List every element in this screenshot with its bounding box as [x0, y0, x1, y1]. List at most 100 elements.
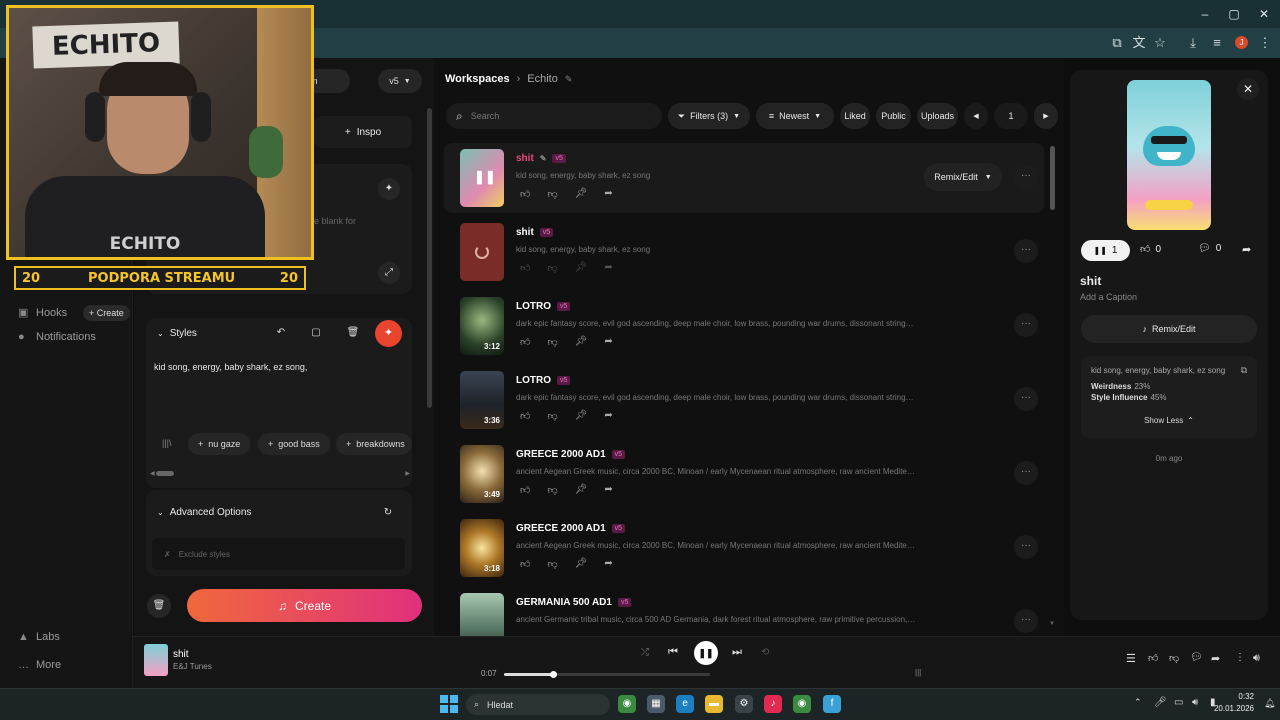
more-options-button[interactable]: ··· [1014, 461, 1038, 485]
more-options-button[interactable]: ··· [1014, 535, 1038, 559]
copy-icon[interactable]: ⧉ [1241, 365, 1247, 376]
song-title[interactable]: GREECE 2000 AD1 [516, 449, 606, 460]
share-icon[interactable]: ➦ [604, 410, 612, 422]
style-tag-chip[interactable]: + breakdowns [336, 433, 412, 455]
player-cover-art[interactable] [144, 644, 168, 676]
pencil-icon[interactable]: ✎ [565, 74, 573, 85]
close-window-button[interactable]: ✕ [1255, 6, 1273, 22]
edge-icon[interactable]: e [676, 695, 694, 713]
magic-wand-icon[interactable]: ✦ [378, 178, 400, 200]
filters-button[interactable]: ⏷ Filters (3) ▼ [668, 103, 750, 129]
pin-icon[interactable]: 📌︎ [575, 336, 588, 348]
nav-item-notifications[interactable]: ● Notifications [18, 331, 96, 343]
exclude-styles-field[interactable]: ✗ Exclude styles [152, 538, 405, 570]
trash-icon[interactable]: 🗑 [342, 322, 364, 344]
network-icon[interactable]: ▭ [1174, 697, 1183, 708]
generic-app-icon[interactable]: f [823, 695, 841, 713]
breadcrumb-current[interactable]: Echito [527, 73, 558, 85]
tiktok-icon[interactable]: ♪ [764, 695, 782, 713]
share-icon[interactable]: ➦ [604, 336, 612, 348]
thumbs-down-icon[interactable]: 👎︎ [547, 410, 557, 422]
thumbs-up-icon[interactable]: 👍︎ [520, 336, 530, 348]
style-tag-chip[interactable]: + good bass [258, 433, 330, 455]
more-options-button[interactable]: ··· [1014, 387, 1038, 411]
song-title[interactable]: LOTRO [516, 375, 551, 386]
thumbs-up-icon[interactable]: 👍︎ [520, 188, 530, 200]
chrome-icon[interactable]: ◉ [618, 695, 636, 713]
comment-icon[interactable]: 💬︎ [1190, 652, 1203, 663]
song-row[interactable]: 3:49 GREECE 2000 AD1 v5 ancient Aegean G… [444, 439, 1044, 509]
thumbs-down-icon[interactable]: 👎︎ [547, 336, 557, 348]
nav-item-labs[interactable]: ▲ Labs [18, 631, 60, 643]
player-song-title[interactable]: shit [173, 649, 189, 660]
song-cover-art[interactable] [1127, 80, 1211, 230]
song-title[interactable]: shit [516, 153, 534, 164]
windows-start-icon[interactable] [440, 695, 458, 713]
undo-icon[interactable]: ↶ [270, 322, 292, 344]
composer-scrollbar[interactable] [427, 108, 432, 408]
pin-icon[interactable]: 📌︎ [575, 484, 588, 496]
prev-page-button[interactable]: ◀ [964, 103, 988, 129]
tags-scrollbar[interactable]: ◀ ▶ [150, 470, 410, 477]
more-options-button[interactable]: ··· [1014, 313, 1038, 337]
tray-chevron-icon[interactable]: ⌃ [1134, 697, 1142, 708]
clock-time[interactable]: 0:32 [1228, 692, 1254, 701]
more-options-button[interactable]: ··· [1014, 239, 1038, 263]
nav-item-hooks[interactable]: ▣ Hooks [18, 306, 67, 320]
uploads-filter[interactable]: Uploads [917, 103, 958, 129]
progress-knob[interactable] [550, 671, 557, 678]
microphone-icon[interactable]: 🎤︎ [1154, 697, 1167, 708]
caption-input[interactable]: Add a Caption [1080, 292, 1137, 302]
show-less-button[interactable]: Show Less ⌃ [1081, 416, 1257, 425]
song-title[interactable]: shit [516, 227, 534, 238]
share-icon[interactable]: ➦ [1211, 652, 1220, 665]
expand-icon[interactable]: ⤢ [378, 262, 400, 284]
thumbs-up-icon[interactable]: 👍︎ [1148, 652, 1158, 664]
comment-button[interactable]: 💬︎ 0 [1198, 243, 1221, 254]
browser-menu-icon[interactable]: ⋮ [1256, 34, 1274, 52]
file-explorer-icon[interactable]: ▬ [705, 695, 723, 713]
clear-icon[interactable]: 🗑 [147, 594, 171, 618]
copy-icon[interactable]: ▢ [305, 322, 327, 344]
search-input[interactable]: ⌕ Search [446, 103, 662, 129]
song-thumbnail[interactable]: 3:49 [460, 445, 504, 503]
cast-icon[interactable]: ⧉ [1108, 34, 1126, 52]
pause-icon[interactable]: ❚❚ [474, 169, 496, 185]
like-button[interactable]: 👍︎ 0 [1140, 243, 1161, 256]
thumbs-up-icon[interactable]: 👍︎ [520, 558, 530, 570]
reset-icon[interactable]: ↻ [377, 502, 399, 524]
thumbs-up-icon[interactable]: 👍︎ [520, 410, 530, 422]
minimize-button[interactable]: – [1196, 6, 1214, 22]
song-thumbnail[interactable]: ❚❚ [460, 149, 504, 207]
app-icon[interactable]: ⚙ [735, 695, 753, 713]
clock-date[interactable]: 20.01.2026 [1212, 704, 1254, 713]
next-track-icon[interactable]: ⏭︎ [732, 646, 742, 659]
detail-remix-button[interactable]: ♪ Remix/Edit [1081, 315, 1257, 343]
volume-icon[interactable]: 🔊︎ [1253, 652, 1260, 665]
pin-icon[interactable]: 📌︎ [575, 558, 588, 570]
liked-filter[interactable]: Liked [840, 103, 870, 129]
song-thumbnail[interactable] [460, 593, 504, 636]
song-row[interactable]: GERMANIA 500 AD1 v5 ancient Germanic tri… [444, 587, 1044, 636]
previous-track-icon[interactable]: ⏮︎ [668, 646, 678, 659]
player-artist[interactable]: E&J Tunes [173, 662, 212, 671]
song-title[interactable]: LOTRO [516, 301, 551, 312]
tab-search-icon[interactable]: ≡ [1208, 34, 1226, 52]
share-icon[interactable]: ➦ [604, 188, 612, 200]
pin-icon[interactable]: 📌︎ [575, 188, 588, 200]
hooks-create-button[interactable]: + Create [83, 305, 130, 321]
sort-button[interactable]: ≡ Newest ▼ [756, 103, 834, 129]
maximize-button[interactable]: ▢ [1225, 6, 1243, 22]
shuffle-icon[interactable]: ⤮ [641, 647, 649, 658]
song-row[interactable]: 3:18 GREECE 2000 AD1 v5 ancient Aegean G… [444, 513, 1044, 583]
song-title[interactable]: GERMANIA 500 AD1 [516, 597, 612, 608]
version-selector[interactable]: v5 ▼ [378, 69, 422, 93]
pencil-icon[interactable]: ✎ [540, 154, 547, 163]
thumbs-up-icon[interactable]: 👍︎ [520, 484, 530, 496]
chrome-active-icon[interactable]: ◉ [793, 695, 811, 713]
advanced-options-header[interactable]: ⌄ Advanced Options [157, 507, 251, 518]
tray-volume-icon[interactable]: 🔊︎ [1192, 697, 1198, 708]
queue-icon[interactable]: ☰ [1126, 652, 1136, 665]
create-button[interactable]: ♫ Create [187, 589, 422, 622]
close-icon[interactable]: ✕ [1237, 78, 1259, 100]
